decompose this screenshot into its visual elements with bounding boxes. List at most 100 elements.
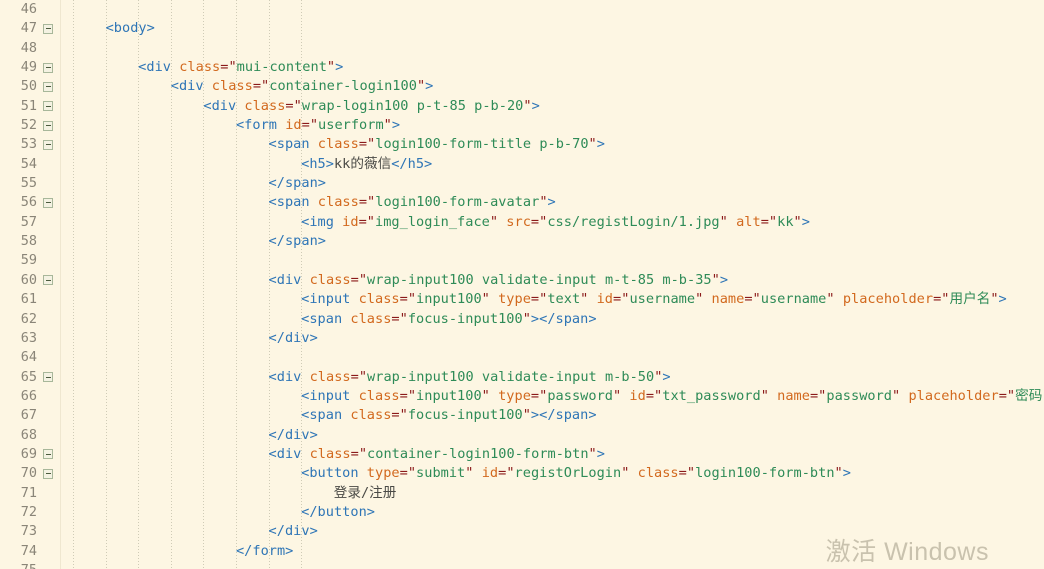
code-line[interactable]: </span> xyxy=(61,174,1044,193)
code-line[interactable]: <span class="focus-input100"></span> xyxy=(61,310,1044,329)
token-tag: > xyxy=(719,271,729,288)
token-tag: <button xyxy=(301,465,367,482)
line-number: 74 xyxy=(20,542,37,559)
line-number-row: 61 xyxy=(0,290,61,309)
fold-collapse-icon[interactable] xyxy=(43,139,53,150)
code-line[interactable]: </div> xyxy=(61,329,1044,348)
line-number-row: 74 xyxy=(0,542,61,561)
line-number-row: 49 xyxy=(0,58,61,77)
line-number-row: 59 xyxy=(0,251,61,270)
token-attr: class xyxy=(179,59,221,76)
token-tag: </div> xyxy=(268,426,318,443)
token-punct: " xyxy=(711,271,720,288)
token-tag: </form> xyxy=(235,542,294,559)
token-tag: > xyxy=(547,194,556,211)
code-line[interactable]: <h5>kk的薇信</h5> xyxy=(61,155,1044,174)
code-line[interactable] xyxy=(61,348,1044,367)
fold-collapse-icon[interactable] xyxy=(43,275,53,286)
fold-collapse-icon[interactable] xyxy=(43,81,53,92)
token-punct: =" xyxy=(399,465,417,482)
fold-collapse-icon[interactable] xyxy=(43,62,53,73)
fold-collapse-icon[interactable] xyxy=(43,468,53,479)
code-line[interactable]: <span class="login100-form-title p-b-70"… xyxy=(61,135,1044,154)
line-number-row: 75 xyxy=(0,561,61,569)
token-punct: " xyxy=(588,445,597,462)
line-number-row: 54 xyxy=(0,155,61,174)
line-number-row: 56 xyxy=(0,193,61,212)
token-str: mui-content xyxy=(236,59,327,76)
token-punct: =" xyxy=(350,368,368,385)
token-punct: =" xyxy=(358,213,376,230)
token-tag: <span xyxy=(301,407,351,424)
token-punct: " xyxy=(793,213,802,230)
code-line[interactable]: <body> xyxy=(61,19,1044,38)
token-str: container-login100-form-btn xyxy=(367,445,589,462)
code-line[interactable] xyxy=(61,39,1044,58)
code-editor[interactable]: 46 47 48 49 50 51 52 53 54 55 56 57 58 59 60 61 62 63 64 65… xyxy=(0,0,1044,569)
code-line[interactable]: <div class="mui-content"> xyxy=(61,58,1044,77)
code-line[interactable]: <span class="focus-input100"></span> xyxy=(61,406,1044,425)
line-number-gutter[interactable]: 46 47 48 49 50 51 52 53 54 55 56 57 58 59 60 61 62 63 64 65… xyxy=(0,0,61,569)
line-number-row: 66 xyxy=(0,387,61,406)
token-tag: <input xyxy=(301,291,359,308)
code-line[interactable]: <div class="wrap-login100 p-t-85 p-b-20"… xyxy=(61,97,1044,116)
fold-collapse-icon[interactable] xyxy=(43,197,53,208)
line-number-row: 46 xyxy=(0,0,61,19)
token-tag: <div xyxy=(268,368,310,385)
token-attr: id xyxy=(342,213,359,230)
token-str: 密码 xyxy=(1015,387,1043,404)
token-str: focus-input100 xyxy=(407,407,523,424)
token-str: password xyxy=(826,387,893,404)
token-attr: class xyxy=(637,465,679,482)
token-tag: <img xyxy=(301,213,343,230)
line-number: 46 xyxy=(20,1,37,17)
token-punct: " xyxy=(990,291,999,308)
line-number: 72 xyxy=(20,503,37,520)
code-line[interactable]: <span class="login100-form-avatar"> xyxy=(61,193,1044,212)
fold-collapse-icon[interactable] xyxy=(43,101,53,112)
token-str: focus-input100 xyxy=(407,310,523,327)
token-punct: " xyxy=(481,291,499,308)
token-str: login100-form-btn xyxy=(695,465,835,482)
fold-collapse-icon[interactable] xyxy=(43,23,53,34)
code-line[interactable]: <input class="input100" type="text" id="… xyxy=(61,290,1044,309)
fold-collapse-icon[interactable] xyxy=(43,372,53,383)
line-number: 48 xyxy=(20,39,37,56)
code-line[interactable]: <div class="container-login100"> xyxy=(61,77,1044,96)
line-number: 67 xyxy=(20,407,37,424)
token-str: txt_password xyxy=(662,387,761,404)
token-punct: =" xyxy=(350,271,368,288)
token-punct: =" xyxy=(998,387,1016,404)
code-line[interactable]: <img id="img_login_face" src="css/regist… xyxy=(61,213,1044,232)
line-number: 60 xyxy=(20,271,37,288)
code-line[interactable]: <button type="submit" id="registOrLogin"… xyxy=(61,464,1044,483)
code-line[interactable]: <input class="input100" type="password" … xyxy=(61,387,1044,406)
code-text-area[interactable]: <body> <div class="mui-content"> <div cla… xyxy=(61,0,1044,569)
code-line[interactable]: </span> xyxy=(61,232,1044,251)
fold-collapse-icon[interactable] xyxy=(43,120,53,131)
token-attr: class xyxy=(358,291,400,308)
token-attr: type xyxy=(498,291,531,308)
code-line[interactable] xyxy=(61,251,1044,270)
code-line[interactable]: <div class="container-login100-form-btn"… xyxy=(61,445,1044,464)
code-line[interactable]: <div class="wrap-input100 validate-input… xyxy=(61,271,1044,290)
code-line[interactable]: <form id="userform"> xyxy=(61,116,1044,135)
token-punct: =" xyxy=(678,465,696,482)
line-number-row: 72 xyxy=(0,503,61,522)
code-line[interactable] xyxy=(61,0,1044,19)
line-number: 47 xyxy=(20,20,37,37)
line-number-row: 53 xyxy=(0,135,61,154)
token-str: userform xyxy=(318,117,384,134)
code-line[interactable]: </div> xyxy=(61,426,1044,445)
token-punct: " xyxy=(760,387,778,404)
token-punct: " xyxy=(621,465,638,482)
line-number-row: 70 xyxy=(0,464,61,483)
line-number: 70 xyxy=(20,465,37,482)
code-line[interactable]: 登录/注册 xyxy=(61,484,1044,503)
token-punct: " xyxy=(383,117,392,134)
code-line[interactable]: <div class="wrap-input100 validate-input… xyxy=(61,368,1044,387)
token-tag: <input xyxy=(301,387,359,404)
fold-collapse-icon[interactable] xyxy=(43,449,53,460)
code-line[interactable]: </button> xyxy=(61,503,1044,522)
token-punct: " xyxy=(416,78,426,95)
